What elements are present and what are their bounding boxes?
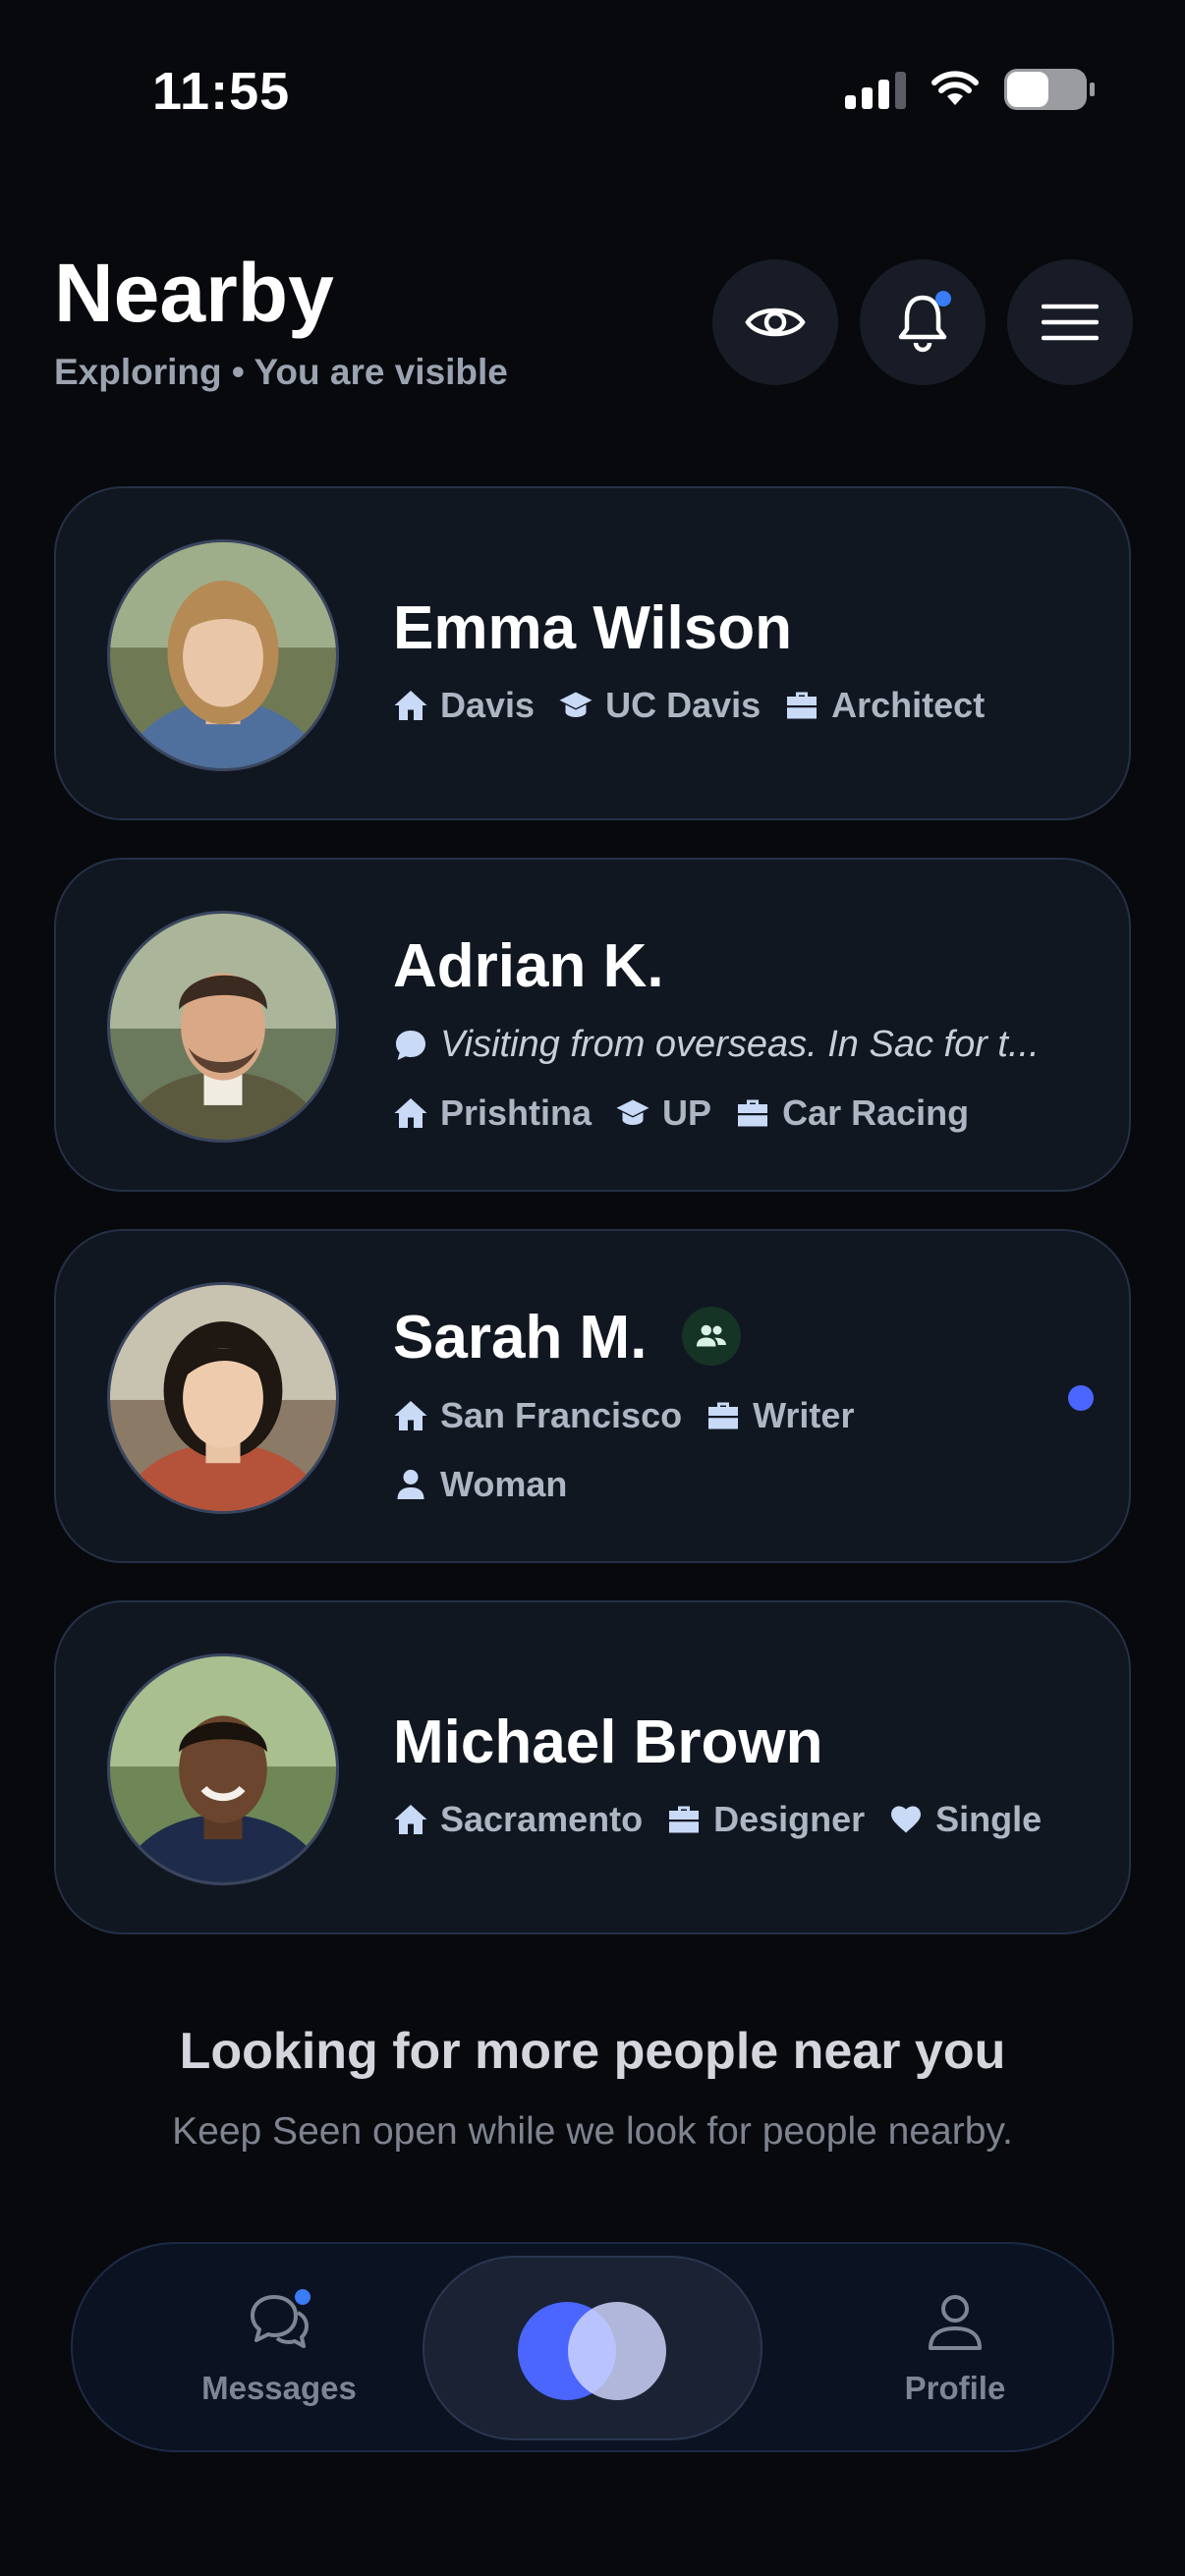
group-badge [682, 1307, 741, 1366]
avatar [107, 1282, 339, 1514]
status-icons [845, 69, 1095, 110]
searching-title: Looking for more people near you [179, 2023, 1006, 2080]
eye-icon [745, 308, 806, 337]
chat-bubbles-icon [251, 2289, 310, 2348]
person-outline-icon [929, 2295, 982, 2350]
tab-profile[interactable]: Profile [837, 2244, 1073, 2450]
tab-messages[interactable]: Messages [161, 2244, 397, 2450]
person-name: Emma Wilson [393, 594, 792, 662]
tag-occupation: Car Racing [735, 1092, 969, 1134]
menu-icon [1042, 304, 1099, 341]
person-tags: San Francisco Writer [393, 1395, 854, 1436]
tab-messages-label: Messages [201, 2370, 357, 2406]
home-icon [394, 1401, 427, 1430]
home-icon [394, 1098, 427, 1128]
battery-icon [1004, 69, 1095, 110]
nearby-screen: 11:55 Nearby Exploring • You are visible [0, 0, 1185, 2576]
avatar [107, 1653, 339, 1885]
tag-hometown: Davis [393, 685, 535, 726]
person-tags: Prishtina UP Car Racing [393, 1092, 969, 1134]
person-card-michael-brown[interactable]: Michael Brown Sacramento Designer Single [54, 1600, 1131, 1934]
person-card-adrian-k[interactable]: Adrian K. Visiting from overseas. In Sac… [54, 858, 1131, 1192]
avatar [107, 911, 339, 1143]
person-tags: Davis UC Davis Architect [393, 685, 985, 726]
person-name: Michael Brown [393, 1708, 823, 1776]
bottom-tab-bar: Messages Profile [71, 2242, 1114, 2452]
tag-occupation: Architect [784, 685, 985, 726]
person-name: Adrian K. [393, 932, 664, 1000]
nearby-logo-circle-secondary [568, 2302, 666, 2400]
cellular-signal-icon [845, 70, 906, 109]
person-bio: Visiting from overseas. In Sac for t... [393, 1024, 1040, 1066]
person-card-sarah-m[interactable]: Sarah M. San Francisco Writer Woman [54, 1229, 1131, 1563]
status-time: 11:55 [152, 62, 291, 121]
tag-gender: Woman [393, 1464, 567, 1505]
person-card-emma-wilson[interactable]: Emma Wilson Davis UC Davis Architect [54, 486, 1131, 820]
tab-profile-label: Profile [904, 2370, 1006, 2406]
searching-subtitle: Keep Seen open while we look for people … [172, 2110, 1013, 2153]
page-title: Nearby [54, 247, 334, 339]
graduation-cap-icon [559, 692, 592, 717]
avatar [107, 539, 339, 771]
wifi-icon [931, 71, 979, 105]
visibility-status: Exploring • You are visible [54, 352, 508, 392]
person-tags: Sacramento Designer Single [393, 1799, 1042, 1840]
tag-school: UC Davis [558, 685, 761, 726]
tag-school: UP [615, 1092, 711, 1134]
briefcase-icon [708, 1402, 739, 1429]
briefcase-icon [787, 692, 818, 719]
tag-bio: Visiting from overseas. In Sac for t... [393, 1024, 1040, 1066]
menu-button[interactable] [1007, 259, 1133, 385]
heart-icon [891, 1806, 922, 1833]
tag-occupation: Designer [666, 1799, 865, 1840]
tag-relationship: Single [888, 1799, 1042, 1840]
home-icon [394, 691, 427, 720]
home-icon [394, 1805, 427, 1834]
notifications-button[interactable] [860, 259, 986, 385]
notification-badge [935, 291, 951, 307]
tag-occupation: Writer [705, 1395, 854, 1436]
speech-bubble-icon [396, 1030, 425, 1060]
person-name: Sarah M. [393, 1304, 648, 1372]
nearby-center-button[interactable] [423, 2256, 762, 2440]
briefcase-icon [669, 1806, 700, 1833]
graduation-cap-icon [616, 1099, 649, 1125]
person-icon [397, 1470, 424, 1499]
online-indicator [1068, 1385, 1094, 1411]
tag-hometown: Sacramento [393, 1799, 643, 1840]
group-icon [697, 1324, 726, 1347]
visibility-button[interactable] [712, 259, 838, 385]
person-tags-secondary: Woman [393, 1464, 567, 1505]
briefcase-icon [738, 1099, 768, 1127]
tag-hometown: Prishtina [393, 1092, 592, 1134]
tag-hometown: San Francisco [393, 1395, 682, 1436]
